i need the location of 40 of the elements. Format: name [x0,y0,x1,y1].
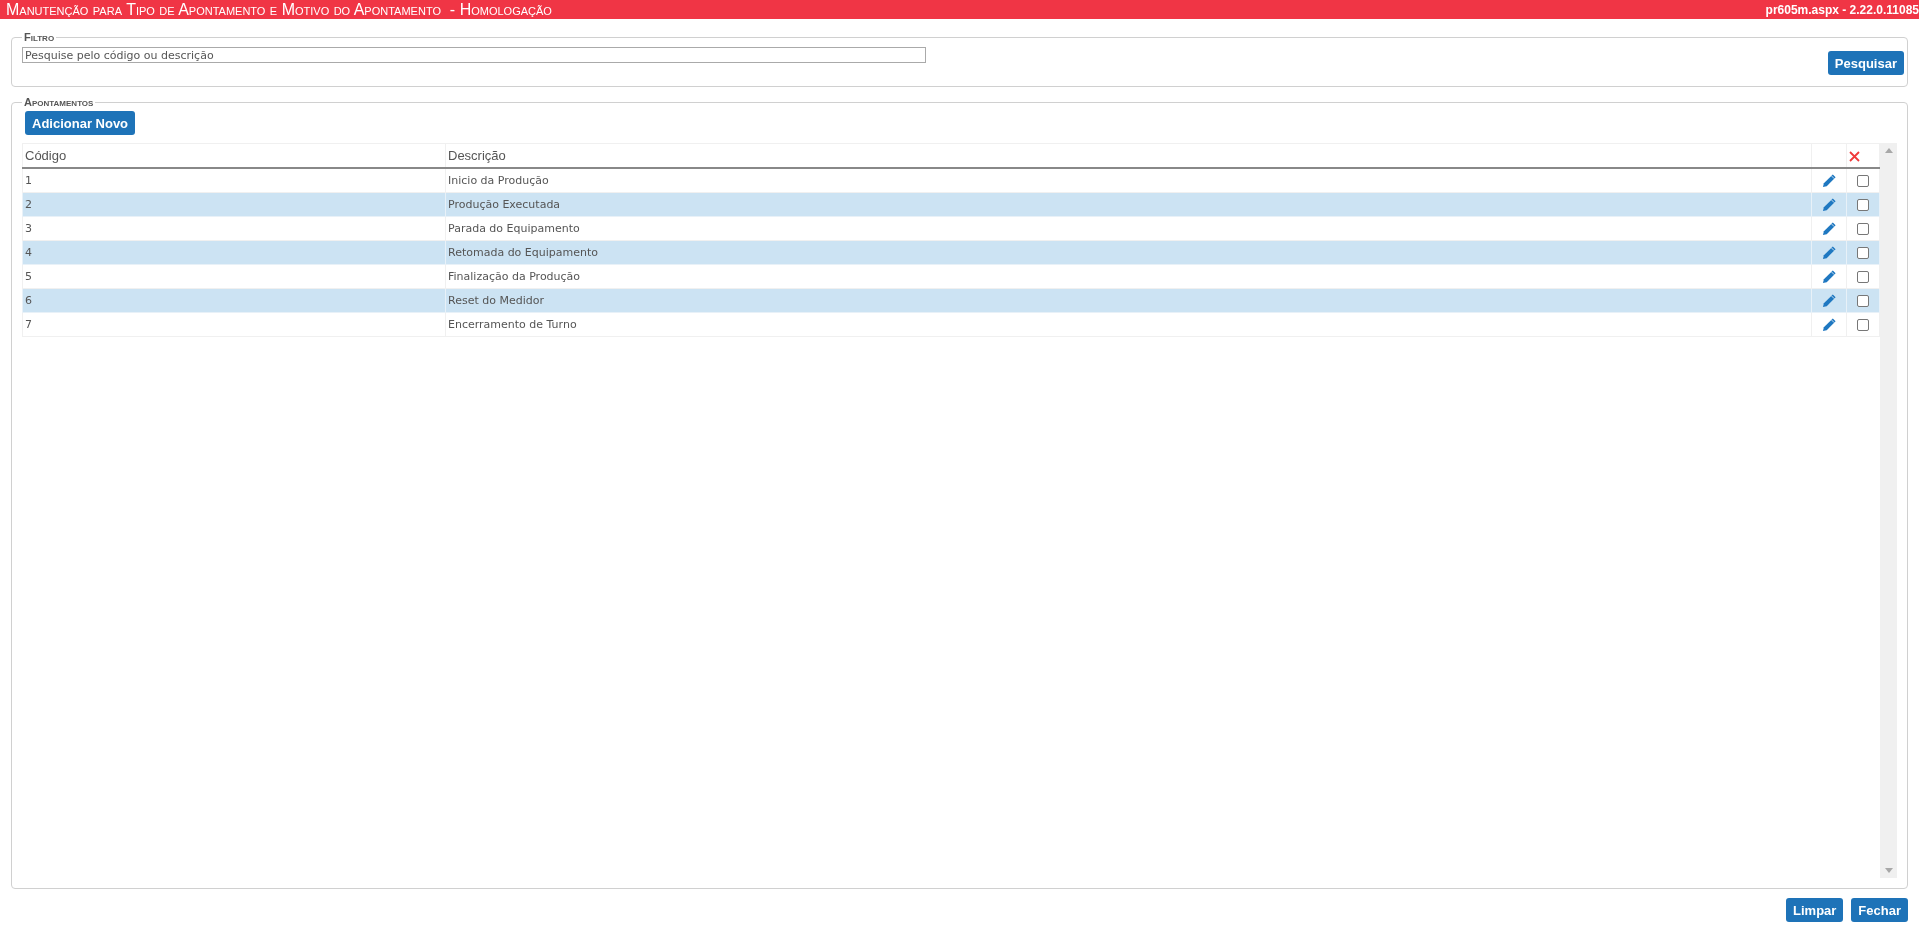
table-cell: 2 [22,192,446,217]
table-cell: 3 [22,216,446,241]
table-cell: Retomada do Equipamento [445,240,1812,265]
table-cell: 1 [22,168,446,193]
pencil-icon[interactable] [1821,269,1837,284]
table-cell: Inicio da Produção [445,168,1812,193]
pencil-icon[interactable] [1821,197,1837,212]
table-cell: 7 [22,312,446,337]
row-checkbox[interactable] [1857,295,1869,307]
search-button[interactable]: Pesquisar [1827,51,1904,75]
pencil-icon[interactable] [1821,317,1837,332]
row-checkbox[interactable] [1857,319,1869,331]
pencil-icon[interactable] [1821,221,1837,236]
pencil-icon[interactable] [1821,293,1837,308]
footer-button[interactable]: Limpar [1786,898,1844,922]
row-checkbox[interactable] [1857,247,1869,259]
page-title: Manutenção para Tipo de Apontamento e Motivo do Apontamento - Homologação [6,0,552,19]
table-cell: Reset do Medidor [445,288,1812,313]
add-button[interactable]: Adicionar Novo [25,111,136,135]
table-cell: Finalização da Produção [445,264,1812,289]
panel-legend: Apontamentos [22,96,96,108]
panel-legend: Filtro [22,31,57,43]
table-cell: 4 [22,240,446,265]
table-cell: 5 [22,264,446,289]
table-cell: Produção Executada [445,192,1812,217]
row-checkbox[interactable] [1857,175,1869,187]
pencil-icon[interactable] [1821,245,1837,260]
column-header: Descrição [445,143,1812,168]
column-header: Código [22,143,446,168]
footer-button[interactable]: Fechar [1851,898,1908,922]
table-cell: Parada do Equipamento [445,216,1812,241]
version-label: pr605m.aspx - 2.22.0.11085 [1765,2,1919,17]
table-cell: Encerramento de Turno [445,312,1812,337]
pencil-icon[interactable] [1821,173,1837,188]
row-checkbox[interactable] [1857,199,1869,211]
delete-icon[interactable] [1849,151,1860,163]
row-checkbox[interactable] [1857,223,1869,235]
row-checkbox[interactable] [1857,271,1869,283]
table-cell: 6 [22,288,446,313]
search-field[interactable]: Pesquise pelo código ou descrição [22,47,926,63]
